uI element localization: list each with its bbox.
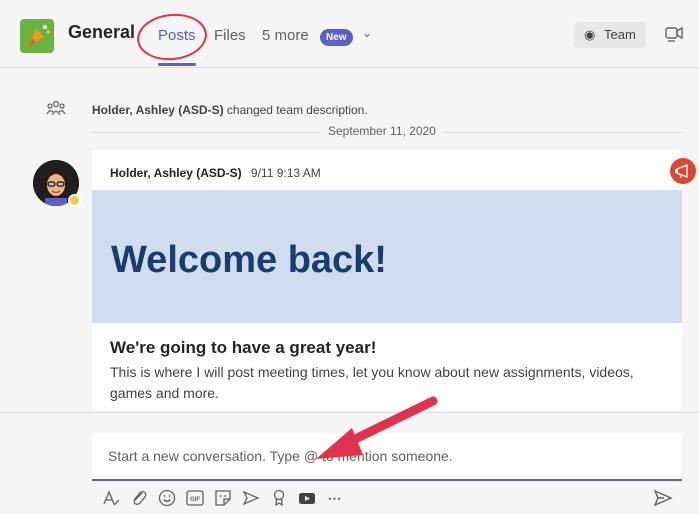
post-author[interactable]: Holder, Ashley (ASD-S) [110, 166, 242, 180]
more-options-icon[interactable]: ⋯ [324, 487, 346, 509]
attach-icon[interactable] [128, 487, 150, 509]
annotation-circle [134, 10, 210, 64]
team-members-icon [46, 100, 66, 116]
team-button-label: Team [604, 27, 636, 42]
date-separator: September 11, 2020 [320, 124, 444, 138]
stream-icon[interactable] [240, 487, 262, 509]
video-icon[interactable] [296, 487, 318, 509]
format-icon[interactable] [100, 487, 122, 509]
channel-name: General [68, 22, 136, 42]
post-body: This is where I will post meeting times,… [110, 364, 634, 401]
gif-icon[interactable]: GIF [184, 487, 206, 509]
post-title: We're going to have a great year! [110, 338, 377, 357]
system-message-text: Holder, Ashley (ASD-S) changed team desc… [92, 103, 368, 117]
compose-input[interactable] [92, 433, 682, 481]
announcement-icon [670, 158, 696, 184]
svg-text:GIF: GIF [190, 497, 200, 503]
banner-text: Welcome back! [111, 239, 387, 281]
system-message: Holder, Ashley (ASD-S) changed team desc… [0, 96, 699, 124]
tab-more[interactable]: 5 more [262, 27, 309, 44]
system-message-action: changed team description. [226, 103, 368, 117]
channel-header: General Posts Files 5 more New ⌄ ◉ Team [0, 0, 699, 68]
status-badge [68, 194, 81, 207]
emoji-icon[interactable] [156, 487, 178, 509]
active-tab-indicator [158, 63, 196, 66]
new-badge: New [320, 29, 353, 46]
chevron-down-icon[interactable]: ⌄ [362, 26, 372, 40]
post-card[interactable]: Holder, Ashley (ASD-S) 9/11 9:13 AM Welc… [92, 150, 682, 410]
post-banner: Welcome back! [92, 190, 682, 323]
party-popper-icon [28, 25, 50, 47]
eye-icon: ◉ [584, 27, 596, 42]
sticker-icon[interactable] [212, 487, 234, 509]
praise-icon[interactable] [268, 487, 290, 509]
post-meta: Holder, Ashley (ASD-S) 9/11 9:13 AM [110, 166, 321, 180]
megaphone-icon [675, 163, 688, 179]
team-button[interactable]: ◉ Team [574, 22, 646, 48]
meet-now-icon[interactable] [664, 22, 684, 44]
team-avatar[interactable] [20, 19, 54, 53]
system-message-author[interactable]: Holder, Ashley (ASD-S) [92, 103, 224, 117]
send-icon[interactable] [652, 488, 674, 508]
tab-files[interactable]: Files [214, 27, 246, 44]
post-timestamp: 9/11 9:13 AM [250, 166, 321, 180]
